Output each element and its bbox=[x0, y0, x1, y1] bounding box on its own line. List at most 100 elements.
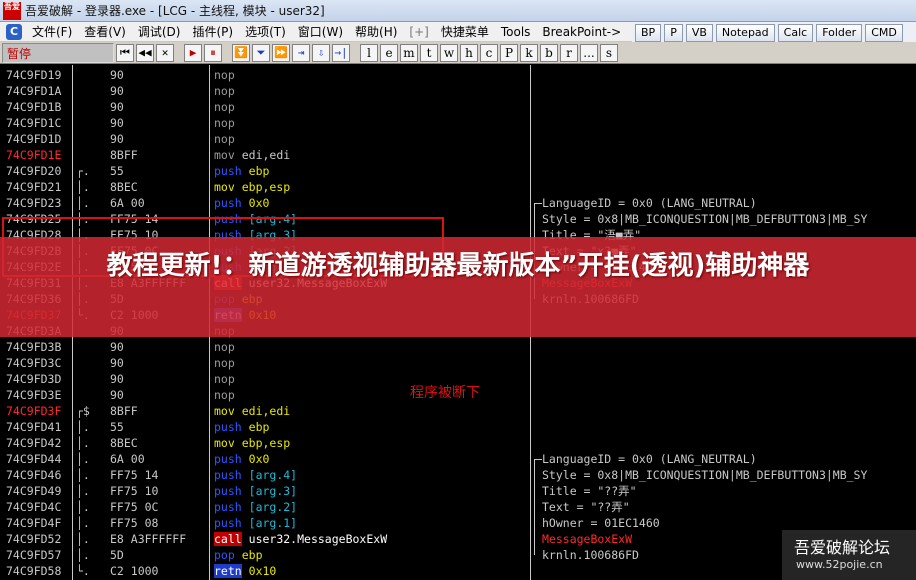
trace-over-icon[interactable]: ⇥ bbox=[292, 43, 310, 62]
row-disassembly: push [arg.3] bbox=[214, 483, 297, 499]
disasm-row[interactable]: 74C9FD41 │. 55 push ebp bbox=[0, 419, 916, 435]
windows-window-button[interactable]: w bbox=[440, 43, 458, 62]
row-mnemonic: nop bbox=[214, 132, 235, 146]
disasm-row[interactable]: 74C9FD1A 90 nop bbox=[0, 83, 916, 99]
row-disassembly: nop bbox=[214, 339, 242, 355]
row-marker: │. bbox=[76, 196, 90, 210]
disasm-row[interactable]: 74C9FD1E 8BFF mov edi,edi bbox=[0, 147, 916, 163]
breakpoints-window-button[interactable]: b bbox=[540, 43, 558, 62]
log-window-button[interactable]: l bbox=[360, 43, 378, 62]
restart-icon[interactable]: ⏮ bbox=[116, 43, 134, 62]
threads-window-button[interactable]: t bbox=[420, 43, 438, 62]
row-marker: │. bbox=[76, 452, 90, 466]
disasm-row[interactable]: 74C9FD3C 90 nop bbox=[0, 355, 916, 371]
row-marker: │. bbox=[76, 468, 90, 482]
disasm-row[interactable]: 74C9FD19 90 nop bbox=[0, 67, 916, 83]
cpu-window-button[interactable]: c bbox=[480, 43, 498, 62]
disasm-row[interactable]: 74C9FD49 │. FF75 10 push [arg.3] bbox=[0, 483, 916, 499]
row-marker: │. bbox=[76, 548, 90, 562]
run-trace-button[interactable]: ... bbox=[580, 43, 598, 62]
row-disassembly: push [arg.1] bbox=[214, 515, 297, 531]
calc-button[interactable]: Calc bbox=[777, 24, 814, 42]
execute-till-return-icon[interactable]: ⇩ bbox=[312, 43, 330, 62]
goto-icon[interactable]: →| bbox=[332, 43, 350, 62]
folder-button[interactable]: Folder bbox=[816, 24, 863, 42]
row-comment: krnln.100686FD bbox=[542, 548, 639, 562]
row-mnemonic: call bbox=[214, 532, 242, 546]
references-window-button[interactable]: r bbox=[560, 43, 578, 62]
row-disassembly: push 0x0 bbox=[214, 451, 269, 467]
close-icon[interactable]: ✕ bbox=[156, 43, 174, 62]
disasm-row[interactable]: 74C9FD57 │. 5D pop ebp bbox=[0, 547, 916, 563]
disasm-row[interactable]: 74C9FD21 │. 8BEC mov ebp,esp bbox=[0, 179, 916, 195]
menu-file[interactable]: 文件(F) bbox=[26, 23, 78, 40]
row-comment: LanguageID = 0x0 (LANG_NEUTRAL) bbox=[542, 452, 757, 466]
step-over-icon[interactable]: ⏷ bbox=[252, 43, 270, 62]
bp-button[interactable]: BP bbox=[635, 24, 662, 42]
row-mnemonic: nop bbox=[214, 388, 235, 402]
menu-shortcuts[interactable]: 快捷菜单 bbox=[435, 23, 495, 40]
menu-view[interactable]: 查看(V) bbox=[78, 23, 132, 40]
menu-plugins[interactable]: 插件(P) bbox=[186, 23, 239, 40]
menu-breakpoint[interactable]: BreakPoint-> bbox=[536, 25, 627, 39]
row-address: 74C9FD4F bbox=[6, 516, 62, 530]
memory-window-button[interactable]: m bbox=[400, 43, 418, 62]
disasm-row[interactable]: 74C9FD44 │. 6A 00 push 0x0 bbox=[0, 451, 916, 467]
row-mnemonic: nop bbox=[214, 100, 235, 114]
source-window-button[interactable]: s bbox=[600, 43, 618, 62]
debug-toolbar: 暂停 ⏮ ◀◀ ✕ ▶ ⏸ ⏬ ⏷ ⏩ ⇥ ⇩ →| l e m t w h c… bbox=[0, 42, 916, 64]
row-address: 74C9FD23 bbox=[6, 196, 62, 210]
article-banner: 教程更新!：新道游透视辅助器最新版本”开挂(透视)辅助神器 bbox=[0, 237, 916, 337]
disasm-row[interactable]: 74C9FD3B 90 nop bbox=[0, 339, 916, 355]
menu-expand[interactable]: [+] bbox=[403, 25, 434, 39]
disasm-row[interactable]: 74C9FD4F │. FF75 08 push [arg.1] bbox=[0, 515, 916, 531]
row-hex-bytes: 8BFF bbox=[110, 404, 138, 418]
row-operands: [arg.1] bbox=[248, 516, 298, 530]
disasm-row[interactable]: 74C9FD4C │. FF75 0C push [arg.2] bbox=[0, 499, 916, 515]
vb-button[interactable]: VB bbox=[685, 24, 713, 42]
notepad-button[interactable]: Notepad bbox=[715, 24, 775, 42]
cmd-button[interactable]: CMD bbox=[865, 24, 903, 42]
disasm-row[interactable]: 74C9FD52 │. E8 A3FFFFFF call user32.Message… bbox=[0, 531, 916, 547]
p-button[interactable]: P bbox=[664, 24, 683, 42]
trace-into-icon[interactable]: ⏩ bbox=[272, 43, 290, 62]
modules-window-button[interactable]: e bbox=[380, 43, 398, 62]
pause-icon[interactable]: ⏸ bbox=[204, 43, 222, 62]
call-stack-button[interactable]: k bbox=[520, 43, 538, 62]
row-disassembly: nop bbox=[214, 83, 242, 99]
disasm-row[interactable]: 74C9FD58 └. C2 1000 retn 0x10 bbox=[0, 563, 916, 579]
patches-window-button[interactable]: P bbox=[500, 43, 518, 62]
menu-help[interactable]: 帮助(H) bbox=[349, 23, 403, 40]
row-hex-bytes: 90 bbox=[110, 372, 124, 386]
disasm-row[interactable]: 74C9FD23 │. 6A 00 push 0x0 bbox=[0, 195, 916, 211]
watermark-title: 吾爱破解论坛 bbox=[794, 538, 891, 557]
row-hex-bytes: 8BEC bbox=[110, 180, 138, 194]
disasm-row[interactable]: 74C9FD20 ┌. 55 push ebp bbox=[0, 163, 916, 179]
step-into-icon[interactable]: ⏬ bbox=[232, 43, 250, 62]
run-icon[interactable]: ▶ bbox=[184, 43, 202, 62]
debug-status: 暂停 bbox=[2, 42, 114, 63]
row-disassembly: nop bbox=[214, 355, 242, 371]
row-address: 74C9FD3E bbox=[6, 388, 62, 402]
disasm-row[interactable]: 74C9FD1C 90 nop bbox=[0, 115, 916, 131]
disasm-row[interactable]: 74C9FD1B 90 nop bbox=[0, 99, 916, 115]
menu-debug[interactable]: 调试(D) bbox=[132, 23, 187, 40]
row-disassembly: push ebp bbox=[214, 419, 269, 435]
row-address: 74C9FD3D bbox=[6, 372, 62, 386]
open-icon[interactable]: ◀◀ bbox=[136, 43, 154, 62]
row-disassembly: push [arg.4] bbox=[214, 467, 297, 483]
menu-options[interactable]: 选项(T) bbox=[239, 23, 292, 40]
row-hex-bytes: FF75 10 bbox=[110, 484, 159, 498]
disasm-row[interactable]: 74C9FD1D 90 nop bbox=[0, 131, 916, 147]
disasm-row[interactable]: 74C9FD42 │. 8BEC mov ebp,esp bbox=[0, 435, 916, 451]
row-address: 74C9FD57 bbox=[6, 548, 62, 562]
menu-tools[interactable]: Tools bbox=[495, 25, 537, 39]
row-mnemonic: mov bbox=[214, 148, 235, 162]
disasm-row[interactable]: 74C9FD3F ┌$ 8BFF mov edi,edi bbox=[0, 403, 916, 419]
menu-window[interactable]: 窗口(W) bbox=[292, 23, 349, 40]
row-marker: └. bbox=[76, 564, 90, 578]
cpu-window-icon[interactable]: C bbox=[6, 23, 22, 40]
row-hex-bytes: 90 bbox=[110, 84, 124, 98]
handles-window-button[interactable]: h bbox=[460, 43, 478, 62]
row-operands: edi,edi bbox=[241, 404, 291, 418]
